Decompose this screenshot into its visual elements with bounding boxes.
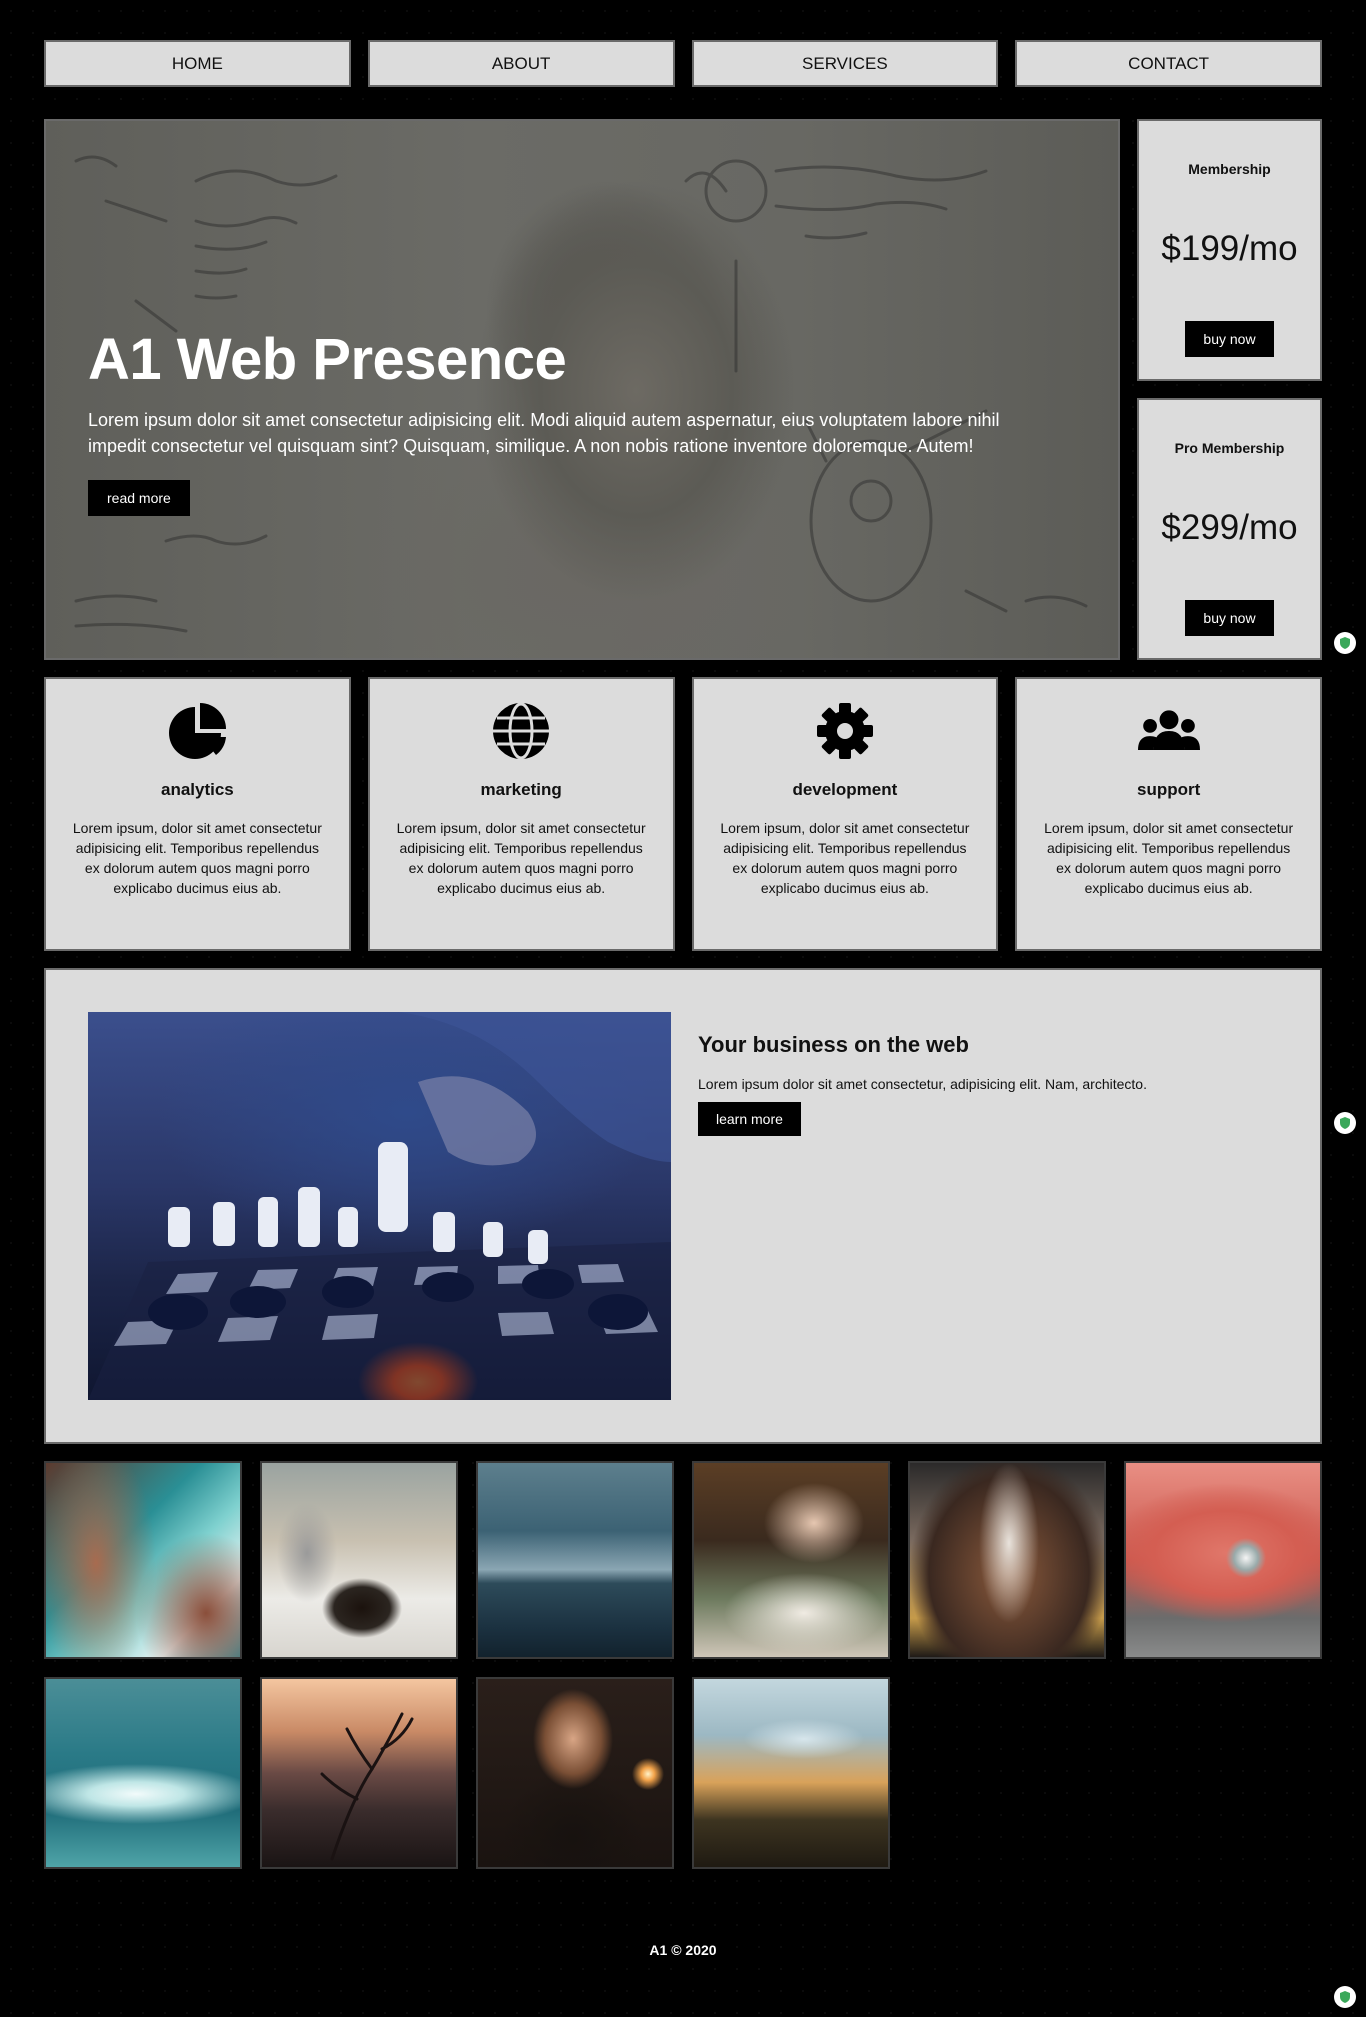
- rocky-coast-photo[interactable]: [44, 1461, 242, 1659]
- service-text: Lorem ipsum, dolor sit amet consectetur …: [72, 820, 322, 896]
- nav-about[interactable]: ABOUT: [367, 40, 675, 87]
- misty-lake-photo[interactable]: [476, 1461, 674, 1659]
- coffee-pourover-photo[interactable]: [260, 1461, 458, 1659]
- bare-tree-sunset-photo[interactable]: [260, 1677, 458, 1869]
- footer: A1 © 2020: [649, 1942, 717, 1958]
- feature-description: Lorem ipsum dolor sit amet consectetur, …: [698, 1076, 1147, 1092]
- users-icon: [1137, 710, 1200, 750]
- friends-dinner-photo[interactable]: [692, 1461, 890, 1659]
- read-more-button[interactable]: read more: [88, 480, 190, 516]
- pricing-name: Membership: [1188, 161, 1271, 177]
- feature-title: Your business on the web: [698, 1032, 969, 1057]
- top-section: A1 Web Presence Lorem ipsum dolor sit am…: [44, 119, 1322, 660]
- pricing-amount: $199/mo: [1161, 229, 1298, 268]
- hero-banner: A1 Web Presence Lorem ipsum dolor sit am…: [44, 119, 1120, 660]
- service-text: Lorem ipsum, dolor sit amet consectetur …: [1044, 820, 1294, 896]
- pie-chart-icon: [169, 703, 227, 759]
- service-card-marketing: marketing Lorem ipsum, dolor sit amet co…: [367, 677, 675, 951]
- pricing-amount: $299/mo: [1161, 508, 1298, 547]
- buy-now-button[interactable]: buy now: [1185, 321, 1274, 357]
- feature-section: Your business on the web Lorem ipsum dol…: [44, 968, 1322, 1444]
- page-wrapper: HOME ABOUT SERVICES CONTACT A1 Web Prese…: [44, 40, 1322, 1869]
- service-title: analytics: [160, 780, 234, 799]
- pricing-name: Pro Membership: [1174, 440, 1285, 456]
- hero-title: A1 Web Presence: [88, 327, 567, 392]
- service-card-analytics: analytics Lorem ipsum, dolor sit amet co…: [44, 677, 351, 951]
- nav-contact[interactable]: CONTACT: [1015, 40, 1322, 87]
- pricing-card-membership: Membership $199/mo buy now: [1137, 119, 1322, 381]
- shield-badge-icon[interactable]: [1334, 1986, 1356, 2008]
- buy-now-button[interactable]: buy now: [1185, 600, 1274, 636]
- hero-text: Lorem ipsum dolor sit amet consectetur a…: [88, 410, 1000, 456]
- services-row: analytics Lorem ipsum, dolor sit amet co…: [44, 677, 1322, 951]
- service-card-development: development Lorem ipsum, dolor sit amet …: [691, 677, 999, 951]
- globe-icon: [493, 702, 550, 760]
- nav-services[interactable]: SERVICES: [691, 40, 999, 87]
- pine-forest-mountain-photo[interactable]: [692, 1677, 890, 1869]
- escalator-tunnel-photo[interactable]: [908, 1461, 1106, 1659]
- service-text: Lorem ipsum, dolor sit amet consectetur …: [720, 820, 970, 896]
- shield-badge-icon[interactable]: [1334, 632, 1356, 654]
- service-title: marketing: [480, 780, 562, 799]
- ocean-wave-photo[interactable]: [44, 1677, 242, 1869]
- red-car-photo[interactable]: [1124, 1461, 1322, 1659]
- learn-more-button[interactable]: learn more: [698, 1102, 801, 1136]
- tree-silhouette: [320, 1712, 414, 1861]
- main-nav: HOME ABOUT SERVICES CONTACT: [44, 40, 1322, 87]
- gear-icon: [816, 703, 873, 759]
- feature-text: Your business on the web Lorem ipsum dol…: [698, 1012, 1147, 1400]
- pricing-column: Membership $199/mo buy now Pro Membershi…: [1137, 119, 1322, 660]
- service-text: Lorem ipsum, dolor sit amet consectetur …: [396, 820, 646, 896]
- shield-badge-icon[interactable]: [1334, 1112, 1356, 1134]
- pricing-card-pro-membership: Pro Membership $299/mo buy now: [1137, 398, 1322, 660]
- service-title: development: [792, 780, 898, 799]
- service-card-support: support Lorem ipsum, dolor sit amet cons…: [1015, 677, 1322, 951]
- photo-gallery: [44, 1461, 1322, 1869]
- chess-photo: [88, 1012, 671, 1400]
- nav-home[interactable]: HOME: [44, 40, 351, 87]
- woman-portrait-photo[interactable]: [476, 1677, 674, 1869]
- service-title: support: [1136, 780, 1201, 799]
- hero-content: A1 Web Presence Lorem ipsum dolor sit am…: [88, 326, 1058, 516]
